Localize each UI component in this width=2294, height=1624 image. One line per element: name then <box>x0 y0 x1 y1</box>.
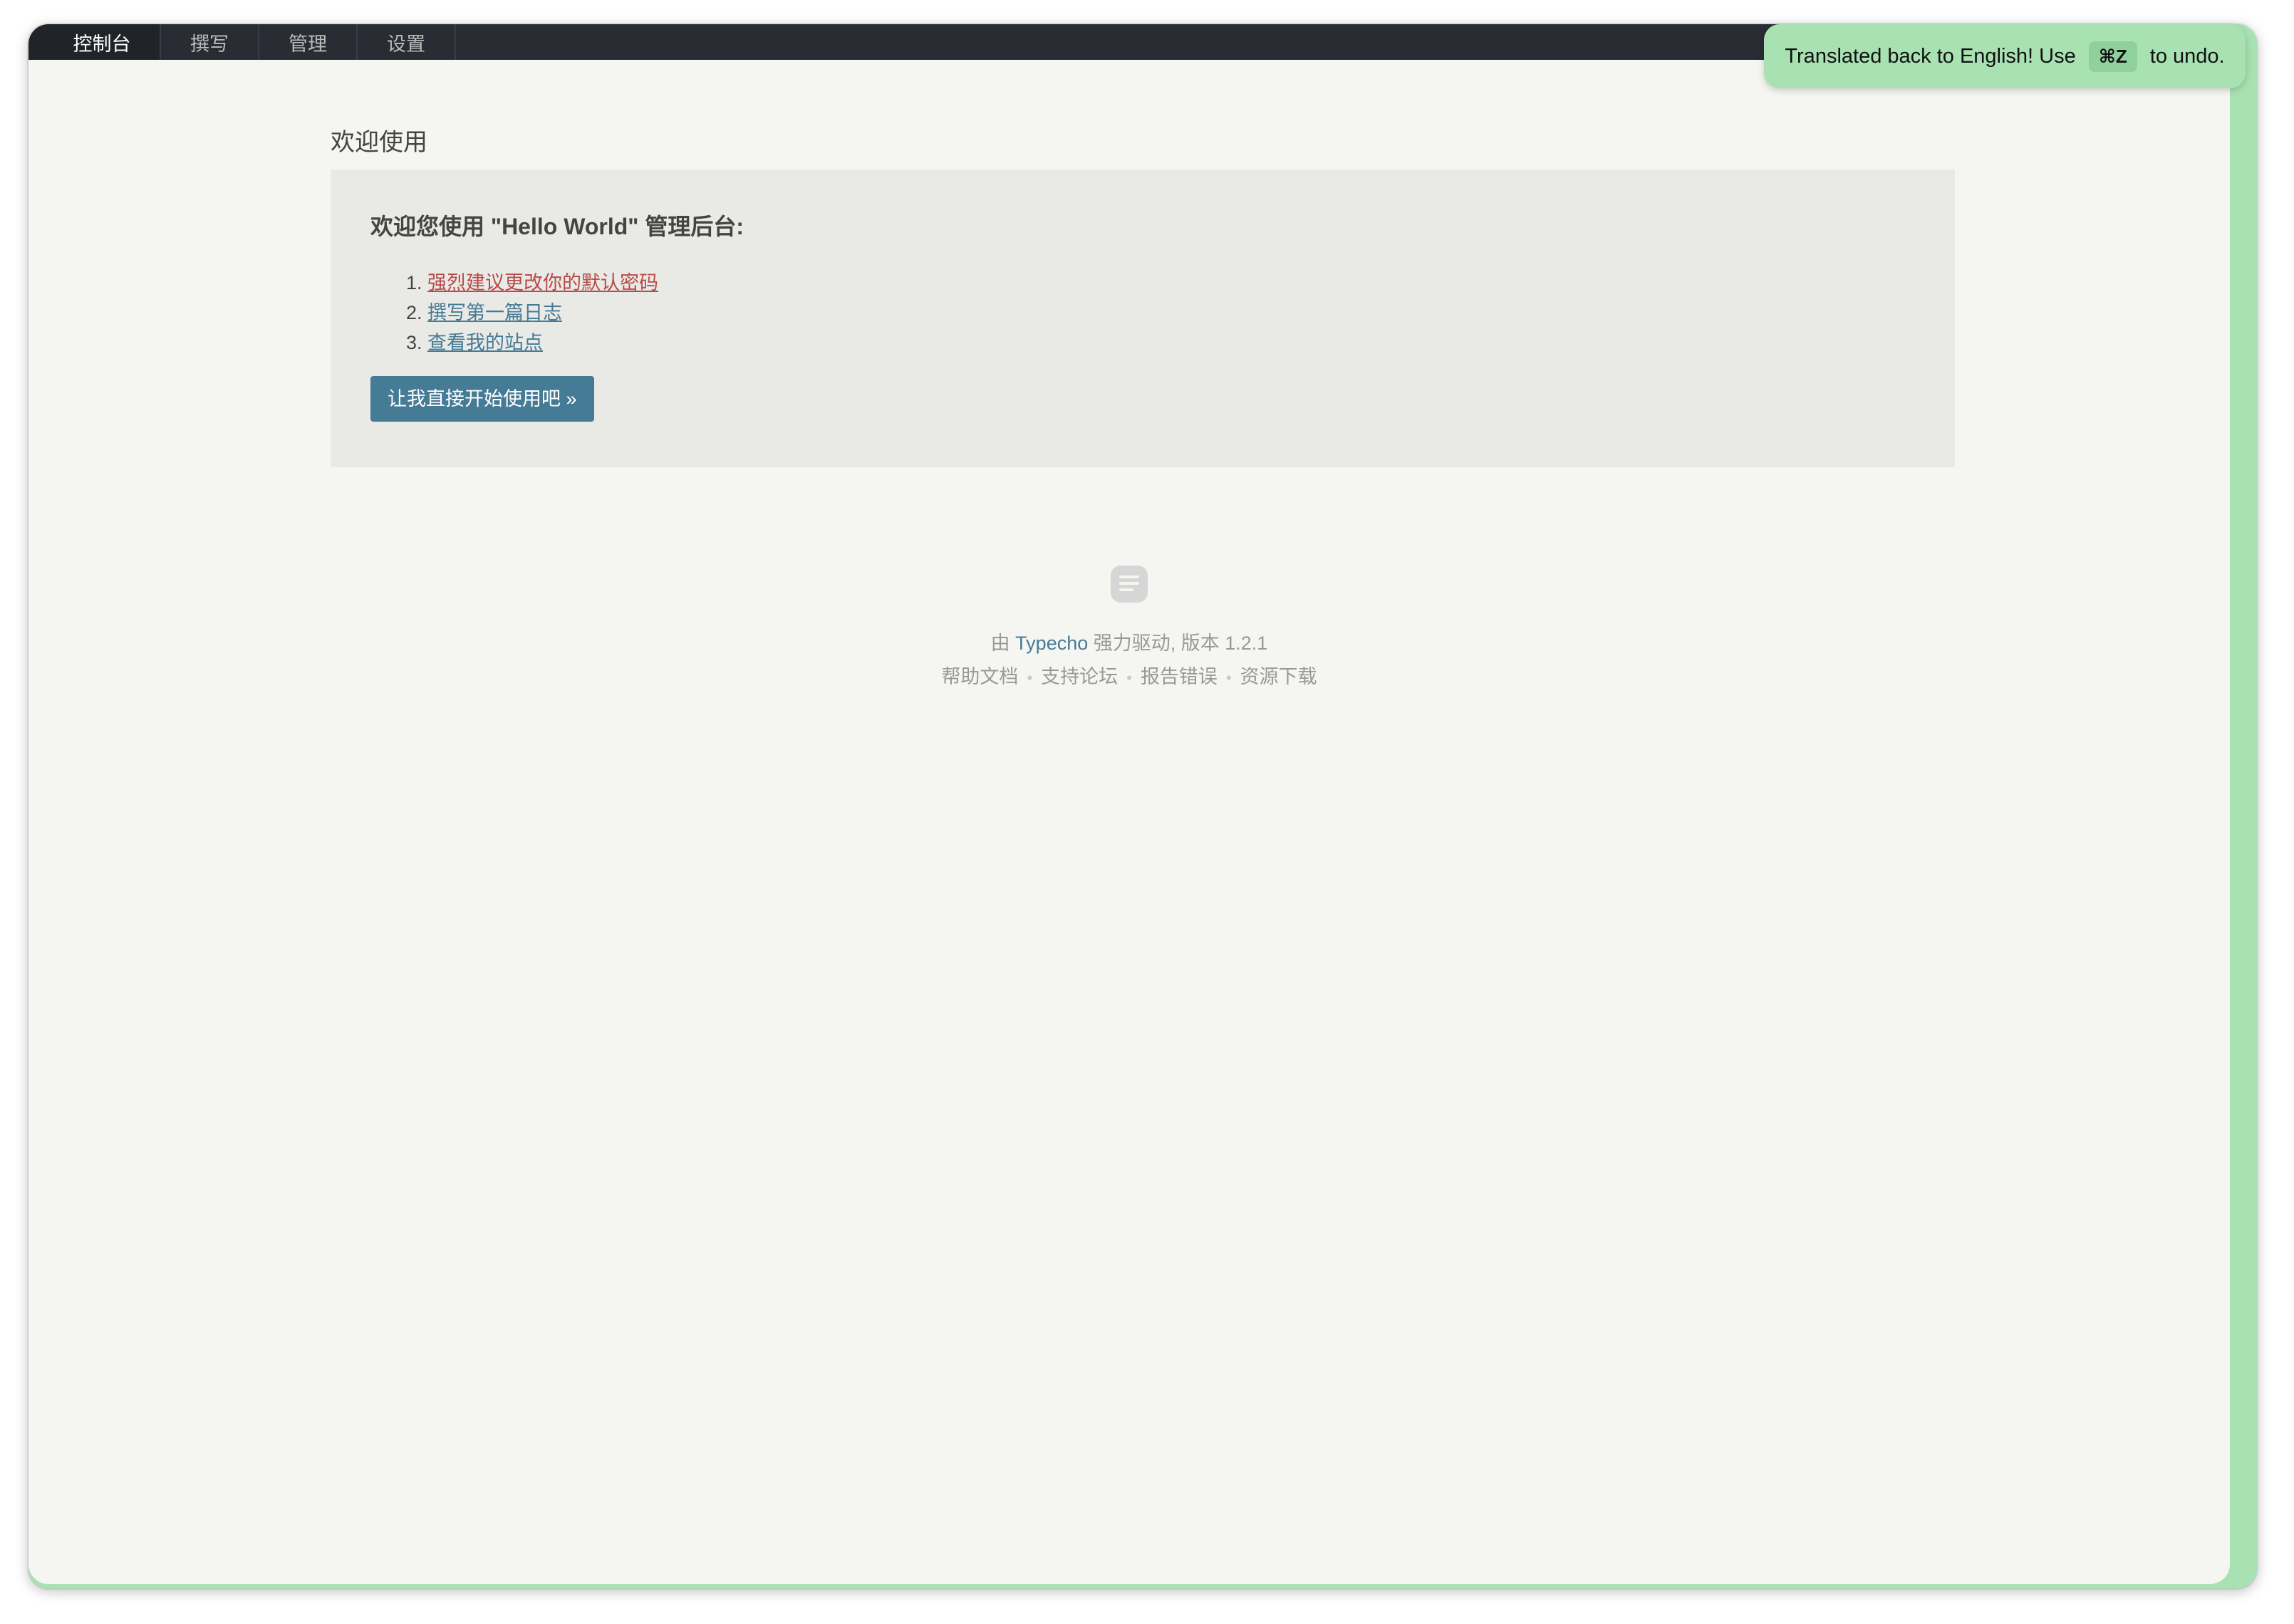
translation-toast: Translated back to English! Use ⌘Z to un… <box>1764 24 2246 88</box>
step-item: 查看我的站点 <box>427 328 1915 358</box>
powered-by-line: 由 Typecho 强力驱动, 版本 1.2.1 <box>28 628 2230 659</box>
typecho-link[interactable]: Typecho <box>1015 633 1088 654</box>
support-forum-link[interactable]: 支持论坛 <box>1041 666 1118 687</box>
view-my-site-link[interactable]: 查看我的站点 <box>427 332 543 353</box>
start-using-button[interactable]: 让我直接开始使用吧 » <box>370 376 594 422</box>
toast-message-end: to undo. <box>2149 44 2225 68</box>
undo-shortcut-key: ⌘Z <box>2088 41 2137 72</box>
footer-separator: • <box>1027 669 1033 687</box>
nav-menu: 控制台 撰写 管理 设置 <box>44 24 456 60</box>
nav-item-write[interactable]: 撰写 <box>161 24 259 60</box>
write-first-post-link[interactable]: 撰写第一篇日志 <box>427 302 562 323</box>
footer-separator: • <box>1126 669 1132 687</box>
report-bug-link[interactable]: 报告错误 <box>1141 666 1218 687</box>
resource-download-link[interactable]: 资源下载 <box>1240 666 1317 687</box>
step-item: 撰写第一篇日志 <box>427 298 1915 328</box>
footer: 由 Typecho 强力驱动, 版本 1.2.1 帮助文档 • 支持论坛 • 报告错误 •… <box>28 566 2230 696</box>
page-viewport: 控制台 撰写 管理 设置 欢迎使用 欢迎您使用 "Hello World" 管理… <box>28 24 2230 1584</box>
nav-left-edge <box>28 24 44 60</box>
powered-prefix: 由 <box>990 633 1010 654</box>
nav-item-manage[interactable]: 管理 <box>259 24 358 60</box>
welcome-heading: 欢迎您使用 "Hello World" 管理后台: <box>370 214 744 239</box>
step-item: 强烈建议更改你的默认密码 <box>427 268 1915 298</box>
toast-message-start: Translated back to English! Use <box>1785 44 2076 68</box>
powered-version: 强力驱动, 版本 1.2.1 <box>1093 633 1268 654</box>
footer-separator: • <box>1225 669 1232 687</box>
nav-item-settings[interactable]: 设置 <box>358 24 456 60</box>
help-docs-link[interactable]: 帮助文档 <box>941 666 1018 687</box>
page-title: 欢迎使用 <box>331 129 427 156</box>
typecho-logo-icon <box>1111 566 1148 603</box>
browser-window: 控制台 撰写 管理 设置 欢迎使用 欢迎您使用 "Hello World" 管理… <box>28 24 2257 1588</box>
nav-item-dashboard[interactable]: 控制台 <box>44 24 161 60</box>
getting-started-steps: 强烈建议更改你的默认密码 撰写第一篇日志 查看我的站点 <box>370 268 1915 358</box>
welcome-panel: 欢迎您使用 "Hello World" 管理后台: 强烈建议更改你的默认密码 撰… <box>331 170 1955 467</box>
footer-links: 帮助文档 • 支持论坛 • 报告错误 • 资源下载 <box>28 659 2230 696</box>
change-password-link[interactable]: 强烈建议更改你的默认密码 <box>427 272 658 293</box>
